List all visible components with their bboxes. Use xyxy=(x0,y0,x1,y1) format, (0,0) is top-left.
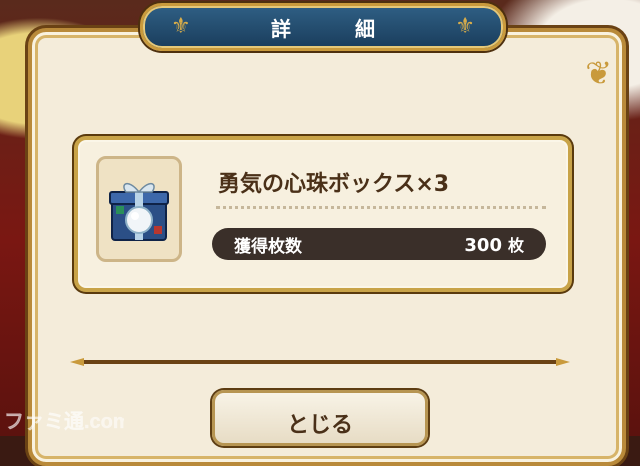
count-unit: 枚 xyxy=(507,236,524,255)
item-card: 勇気の心珠ボックス×3 獲得枚数 300 枚 xyxy=(74,136,572,292)
gift-box-icon xyxy=(109,182,169,241)
count-value: 300 xyxy=(464,235,502,256)
close-button-label: とじる xyxy=(286,413,353,438)
count-value-group: 300 枚 xyxy=(464,232,524,256)
fleur-de-lis-icon: ⚜ xyxy=(455,14,475,39)
count-bar: 獲得枚数 300 枚 xyxy=(212,228,546,260)
dotted-divider xyxy=(216,206,546,209)
title-banner: ⚜ 詳 細 ⚜ xyxy=(140,3,506,51)
ornamental-divider xyxy=(70,358,570,366)
svg-text:ファミ通.com: ファミ通.com xyxy=(4,410,124,433)
item-icon-frame xyxy=(96,156,182,262)
fleur-de-lis-icon: ⚜ xyxy=(171,14,191,39)
corner-ornament-icon: ❦ xyxy=(585,54,612,92)
famitsu-watermark-logo: ファミ通.com xyxy=(4,410,124,434)
count-label: 獲得枚数 xyxy=(234,236,302,257)
item-name: 勇気の心珠ボックス×3 xyxy=(218,172,450,197)
dialog-title: 詳 細 xyxy=(271,16,397,41)
close-button[interactable]: とじる xyxy=(212,390,428,446)
